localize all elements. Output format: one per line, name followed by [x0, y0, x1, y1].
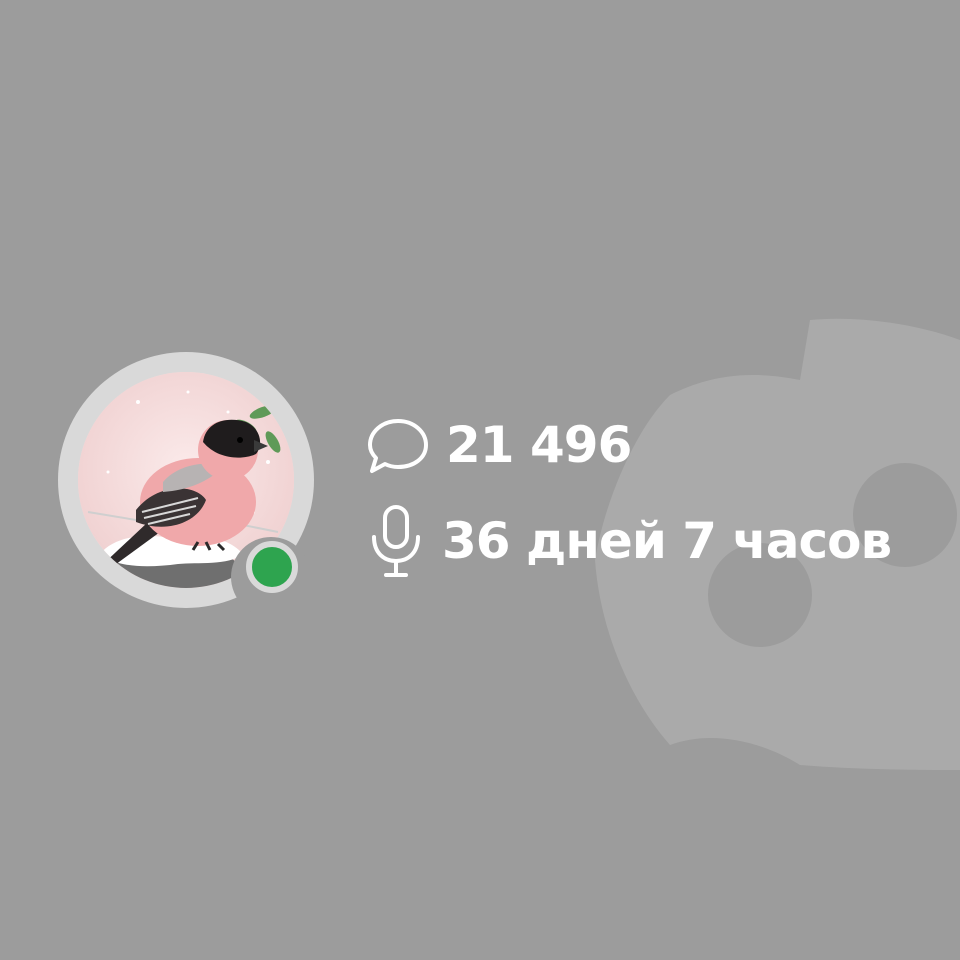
voice-time: 36 дней 7 часов	[442, 512, 892, 570]
microphone-icon	[372, 505, 420, 577]
status-online-indicator	[246, 541, 298, 593]
chat-bubble-icon	[368, 419, 428, 473]
messages-count: 21 496	[446, 416, 632, 474]
voice-time-stat: 36 дней 7 часов	[366, 502, 892, 580]
messages-stat: 21 496	[366, 410, 632, 480]
